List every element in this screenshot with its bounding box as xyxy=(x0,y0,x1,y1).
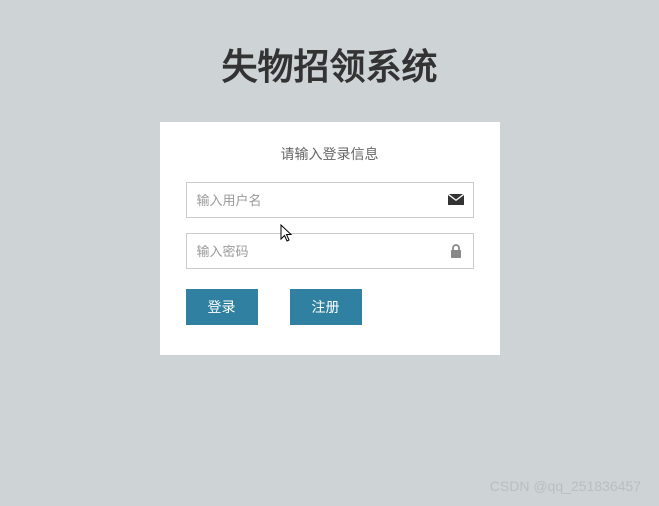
password-input[interactable] xyxy=(186,233,474,269)
page-title: 失物招领系统 xyxy=(221,38,437,90)
password-wrapper xyxy=(186,233,474,269)
register-button[interactable]: 注册 xyxy=(290,289,362,325)
button-row: 登录 注册 xyxy=(186,289,474,325)
login-panel: 请输入登录信息 登录 注册 xyxy=(160,122,500,355)
login-button[interactable]: 登录 xyxy=(186,289,258,325)
username-wrapper xyxy=(186,182,474,218)
panel-subtitle: 请输入登录信息 xyxy=(186,144,474,164)
lock-icon xyxy=(448,243,464,259)
login-container: 失物招领系统 请输入登录信息 登录 注册 xyxy=(0,0,659,355)
username-input[interactable] xyxy=(186,182,474,218)
envelope-icon xyxy=(448,192,464,208)
watermark: CSDN @qq_251836457 xyxy=(490,478,641,494)
